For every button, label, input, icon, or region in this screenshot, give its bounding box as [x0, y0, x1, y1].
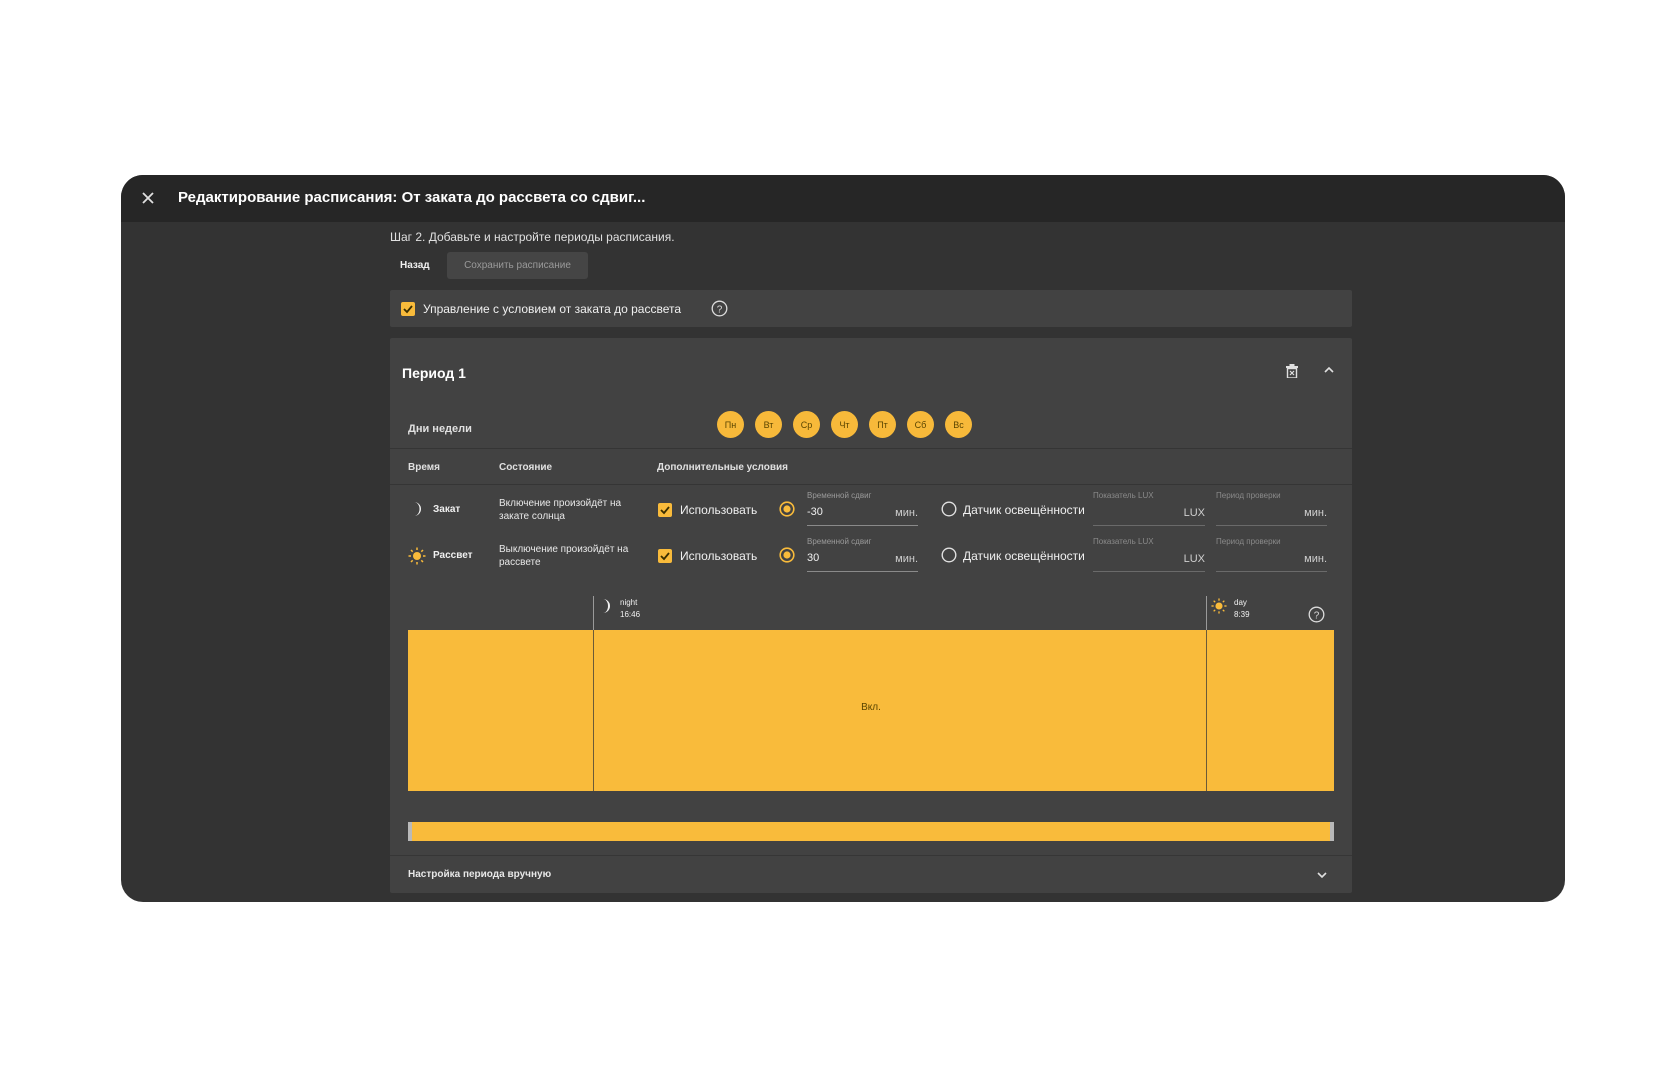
check-period-field[interactable]: Период проверки мин.: [1216, 491, 1327, 526]
trash-icon[interactable]: [1286, 364, 1298, 378]
check-period-unit: мин.: [1304, 553, 1327, 565]
day-night-timeline: night 16:46 day 8:39 ? Вкл.: [408, 596, 1334, 796]
check-period-label: Период проверки: [1216, 537, 1281, 546]
time-shift-label: Временной сдвиг: [807, 491, 872, 500]
step-text: Шаг 2. Добавьте и настройте периоды расп…: [390, 230, 675, 244]
close-icon: [142, 192, 154, 204]
sunset-state: Включение произойдёт на закате солнца: [499, 498, 622, 522]
light-sensor-label: Датчик освещённости: [963, 503, 1085, 517]
chevron-down-icon[interactable]: [1316, 869, 1328, 881]
day-fri[interactable]: Пт: [869, 411, 896, 438]
use-checkbox[interactable]: [658, 503, 672, 517]
sun-icon: [1211, 598, 1227, 614]
save-schedule-button[interactable]: Сохранить расписание: [447, 252, 588, 279]
night-marker-label: night: [620, 598, 638, 607]
range-slider[interactable]: [408, 822, 1334, 841]
divider: [390, 448, 1352, 449]
slider-handle-end[interactable]: [1330, 822, 1334, 841]
back-button[interactable]: Назад: [390, 252, 440, 278]
light-sensor-label: Датчик освещённости: [963, 549, 1085, 563]
schedule-editor-window: Редактирование расписания: От заката до …: [121, 175, 1565, 902]
lux-unit: LUX: [1183, 507, 1205, 519]
time-shift-radio[interactable]: [779, 547, 795, 563]
on-state-label: Вкл.: [861, 702, 881, 713]
day-marker-label: day: [1234, 598, 1247, 607]
day-thu[interactable]: Чт: [831, 411, 858, 438]
condition-checkbox[interactable]: [401, 302, 415, 316]
sunrise-name: Рассвет: [433, 550, 473, 561]
help-icon[interactable]: ?: [1308, 606, 1325, 623]
close-button[interactable]: [137, 187, 159, 209]
lux-field[interactable]: Показатель LUX LUX: [1093, 537, 1205, 572]
day-sat[interactable]: Сб: [907, 411, 934, 438]
period-card: Период 1 Дни недели Пн Вт Ср Чт Пт Сб Вс: [390, 338, 1352, 893]
day-marker-time: 8:39: [1234, 610, 1250, 619]
moon-icon: [414, 502, 421, 516]
sunset-name: Закат: [433, 504, 461, 515]
weekday-selector: Пн Вт Ср Чт Пт Сб Вс: [717, 411, 972, 438]
sunset-row: Закат Включение произойдёт на закате сол…: [390, 486, 1352, 532]
check-period-field[interactable]: Период проверки мин.: [1216, 537, 1327, 572]
time-shift-label: Временной сдвиг: [807, 537, 872, 546]
svg-text:?: ?: [717, 304, 723, 315]
time-shift-value: 30: [807, 552, 820, 564]
day-marker-line: [1206, 596, 1207, 630]
divider: [390, 484, 1352, 485]
moon-icon: [603, 599, 610, 613]
condition-label: Управление с условием от заката до рассв…: [423, 302, 682, 316]
time-shift-field[interactable]: Временной сдвиг 30 мин.: [807, 537, 918, 572]
lux-label: Показатель LUX: [1093, 537, 1154, 546]
sun-icon: [408, 547, 426, 565]
slider-handle-start[interactable]: [408, 822, 412, 841]
col-state: Состояние: [499, 462, 553, 473]
use-label: Использовать: [680, 549, 758, 563]
check-period-label: Период проверки: [1216, 491, 1281, 500]
sunset-condition-bar: Управление с условием от заката до рассв…: [390, 290, 1352, 327]
day-sun[interactable]: Вс: [945, 411, 972, 438]
svg-text:?: ?: [1314, 610, 1320, 621]
manual-period-setting[interactable]: Настройка периода вручную: [390, 855, 1352, 893]
time-shift-field[interactable]: Временной сдвиг -30 мин.: [807, 491, 918, 526]
title-bar: Редактирование расписания: От заката до …: [121, 175, 1565, 222]
night-marker-line: [593, 596, 594, 630]
check-period-unit: мин.: [1304, 507, 1327, 519]
day-mon[interactable]: Пн: [717, 411, 744, 438]
time-shift-radio[interactable]: [779, 501, 795, 517]
chevron-up-icon[interactable]: [1323, 364, 1335, 376]
light-sensor-radio[interactable]: [941, 501, 957, 517]
light-sensor-radio[interactable]: [941, 547, 957, 563]
days-label: Дни недели: [408, 423, 472, 435]
day-wed[interactable]: Ср: [793, 411, 820, 438]
lux-unit: LUX: [1183, 553, 1205, 565]
time-shift-unit: мин.: [895, 553, 918, 565]
time-shift-value: -30: [807, 506, 823, 518]
col-extra: Дополнительные условия: [657, 462, 789, 473]
period-title: Период 1: [402, 365, 466, 381]
time-shift-unit: мин.: [895, 507, 918, 519]
sunrise-state: Выключение произойдёт на рассвете: [499, 544, 629, 568]
use-checkbox[interactable]: [658, 549, 672, 563]
lux-field[interactable]: Показатель LUX LUX: [1093, 491, 1205, 526]
manual-period-label: Настройка периода вручную: [408, 869, 552, 880]
help-icon[interactable]: ?: [711, 300, 728, 317]
night-marker-time: 16:46: [620, 610, 641, 619]
use-label: Использовать: [680, 503, 758, 517]
lux-label: Показатель LUX: [1093, 491, 1154, 500]
sunrise-row: Рассвет Выключение произойдёт на рассвет…: [390, 532, 1352, 578]
col-time: Время: [408, 462, 440, 473]
page-title: Редактирование расписания: От заката до …: [178, 189, 646, 206]
day-tue[interactable]: Вт: [755, 411, 782, 438]
